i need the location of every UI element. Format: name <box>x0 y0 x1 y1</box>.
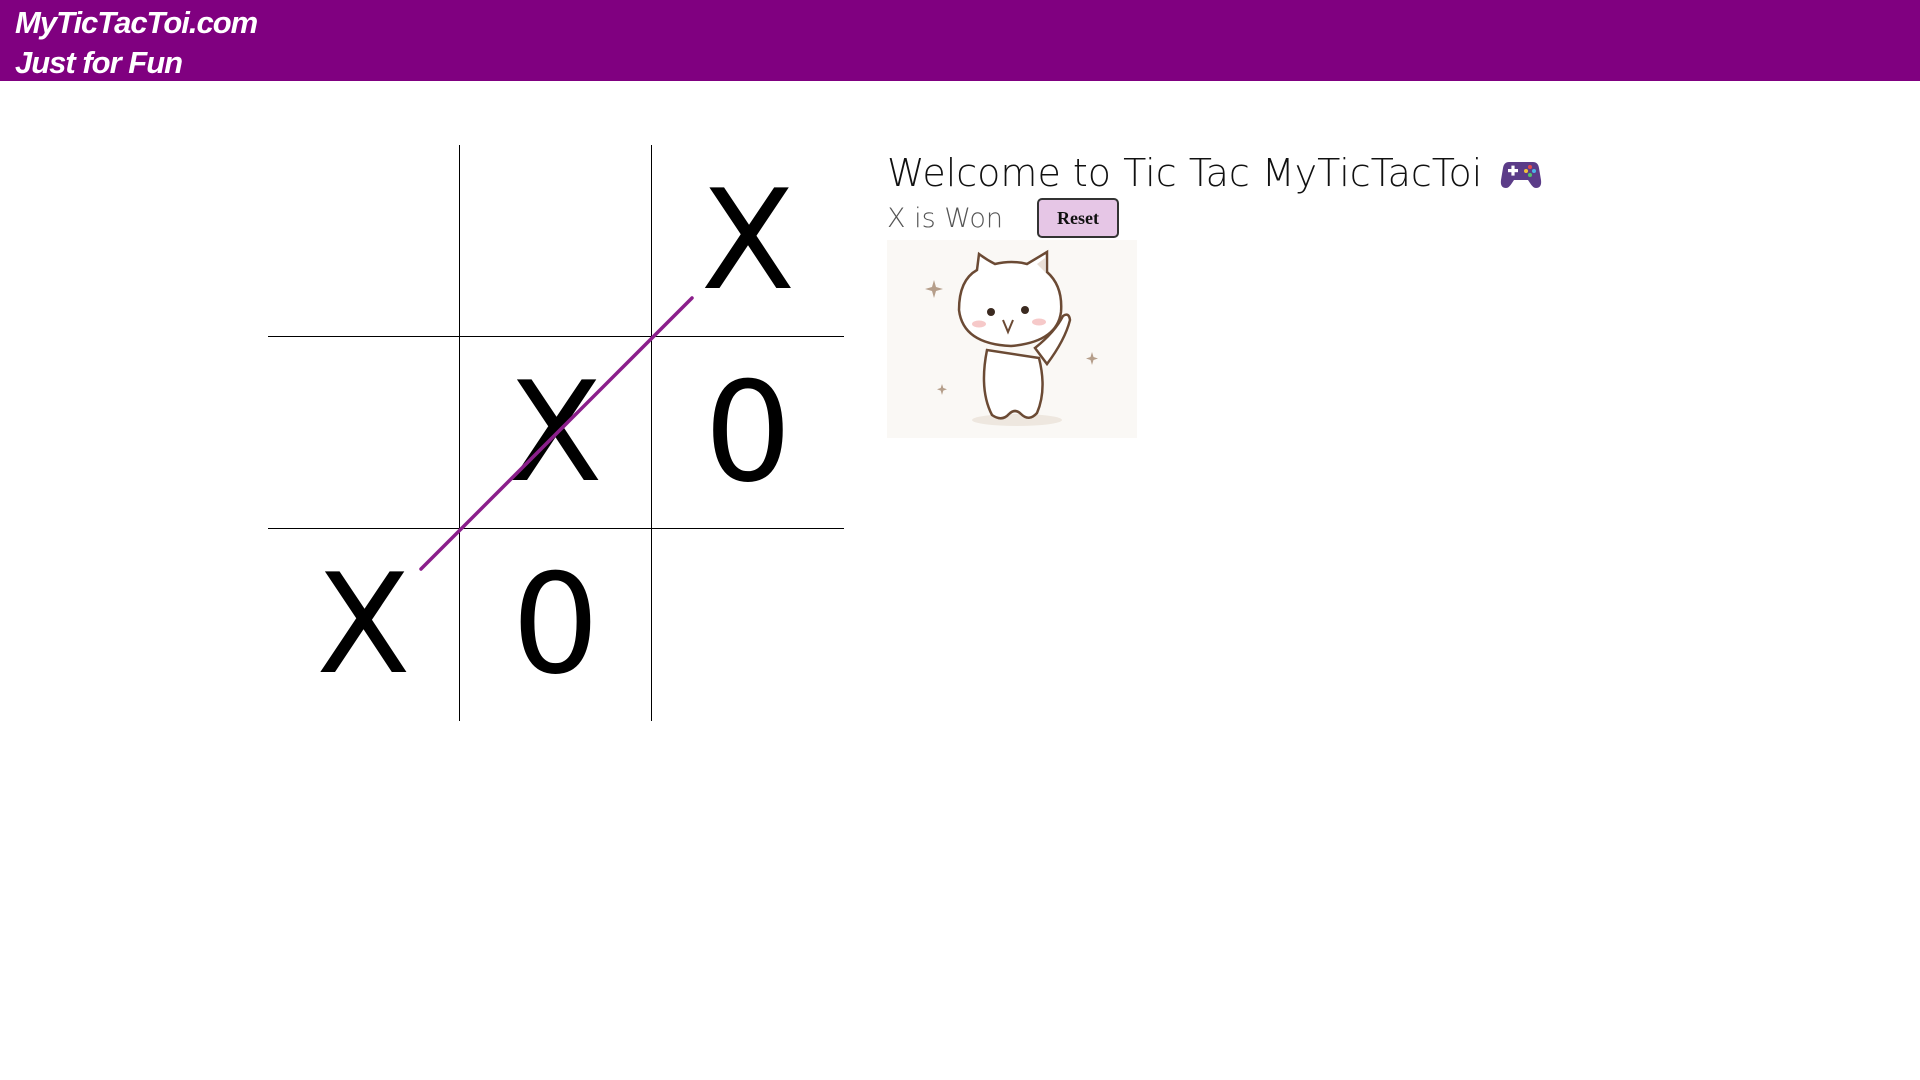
reset-button[interactable]: Reset <box>1036 198 1119 238</box>
welcome-heading: Welcome to Tic Tac MyTicTacToi <box>887 148 1542 198</box>
status-row: X is Won Reset <box>887 198 1119 238</box>
board-cell-0-0[interactable] <box>268 145 460 337</box>
board-cell-2-0[interactable]: X <box>268 529 460 721</box>
welcome-text: Welcome to Tic Tac MyTicTacToi <box>887 151 1483 195</box>
site-tagline: Just for Fun <box>15 45 183 80</box>
celebration-cat-image <box>887 240 1137 438</box>
board-cell-1-1[interactable]: X <box>460 337 652 529</box>
site-header: MyTicTacToi.com Just for Fun <box>0 0 1920 81</box>
board-cell-0-1[interactable] <box>460 145 652 337</box>
info-panel: Welcome to Tic Tac MyTicTacToi <box>887 148 1542 198</box>
board-cell-0-2[interactable]: X <box>652 145 844 337</box>
game-status: X is Won <box>887 202 1003 234</box>
gamepad-icon <box>1501 162 1542 188</box>
board-cell-1-2[interactable]: 0 <box>652 337 844 529</box>
cat-illustration <box>925 249 1098 426</box>
board-cell-2-2[interactable] <box>652 529 844 721</box>
site-name[interactable]: MyTicTacToi.com <box>15 3 1920 43</box>
board-cell-2-1[interactable]: 0 <box>460 529 652 721</box>
board-cell-1-0[interactable] <box>268 337 460 529</box>
tic-tac-toe-board: X X 0 X 0 <box>268 145 844 721</box>
